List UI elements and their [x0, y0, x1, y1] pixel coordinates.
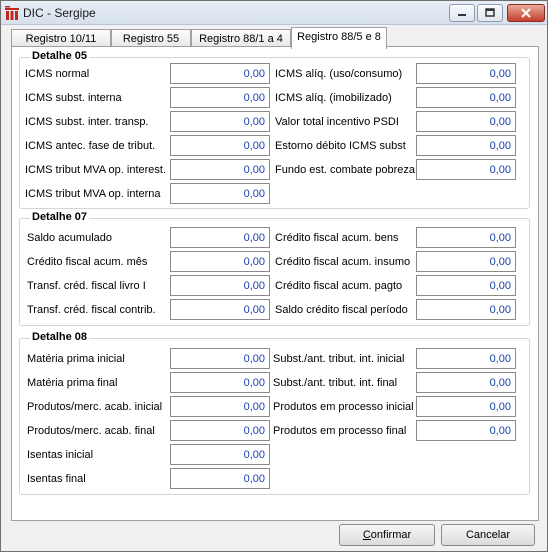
close-icon	[521, 8, 531, 18]
field-label: Transf. créd. fiscal livro I	[27, 280, 146, 292]
window-title: DIC - Sergipe	[23, 6, 96, 20]
field-label: Saldo crédito fiscal período	[275, 304, 408, 316]
title-bar[interactable]: DIC - Sergipe	[1, 1, 547, 25]
field-label: ICMS antec. fase de tribut.	[25, 140, 156, 152]
icms-normal-field[interactable]: 0,00	[170, 63, 270, 84]
tab-panel: Detalhe 05 ICMS normal 0,00 ICMS subst. …	[11, 46, 539, 521]
field-label: Saldo acumulado	[27, 232, 113, 244]
group-title: Detalhe 08	[30, 331, 90, 343]
close-button[interactable]	[507, 4, 545, 22]
subst-int-inicial-field[interactable]: 0,00	[416, 348, 516, 369]
app-logo-icon	[5, 6, 19, 20]
cancel-button[interactable]: Cancelar	[441, 524, 535, 546]
isentas-inicial-field[interactable]: 0,00	[170, 444, 270, 465]
field-label: Matéria prima inicial	[27, 353, 125, 365]
field-label: Isentas inicial	[27, 449, 94, 461]
confirm-label: onfirmar	[370, 529, 412, 541]
field-label: Valor total incentivo PSDI	[275, 116, 399, 128]
materia-prima-final-field[interactable]: 0,00	[170, 372, 270, 393]
field-label: Crédito fiscal acum. bens	[275, 232, 399, 244]
field-label: Fundo est. combate pobreza	[275, 164, 416, 176]
field-label: Produtos/merc. acab. inicial	[27, 401, 163, 413]
minimize-button[interactable]	[449, 4, 475, 22]
field-label: Crédito fiscal acum. pagto	[275, 280, 403, 292]
field-label: Estorno débito ICMS subst	[275, 140, 406, 152]
saldo-periodo-field[interactable]: 0,00	[416, 299, 516, 320]
field-label: Matéria prima final	[27, 377, 118, 389]
confirm-button[interactable]: Confirmar	[339, 524, 435, 546]
field-label: ICMS tribut MVA op. interna	[25, 188, 161, 200]
credito-pagto-field[interactable]: 0,00	[416, 275, 516, 296]
saldo-acumulado-field[interactable]: 0,00	[170, 227, 270, 248]
field-label: Subst./ant. tribut. int. inicial	[273, 353, 405, 365]
icms-antec-fase-field[interactable]: 0,00	[170, 135, 270, 156]
produtos-processo-final-field[interactable]: 0,00	[416, 420, 516, 441]
isentas-final-field[interactable]: 0,00	[170, 468, 270, 489]
icms-subst-interna-field[interactable]: 0,00	[170, 87, 270, 108]
produtos-acab-inicial-field[interactable]: 0,00	[170, 396, 270, 417]
field-label: ICMS subst. inter. transp.	[25, 116, 149, 128]
fundo-pobreza-field[interactable]: 0,00	[416, 159, 516, 180]
group-title: Detalhe 05	[30, 50, 90, 62]
field-label: ICMS subst. interna	[25, 92, 122, 104]
maximize-button[interactable]	[477, 4, 503, 22]
icms-mva-interna-field[interactable]: 0,00	[170, 183, 270, 204]
confirm-accesskey: C	[362, 529, 371, 541]
icms-aliq-imobilizado-field[interactable]: 0,00	[416, 87, 516, 108]
materia-prima-inicial-field[interactable]: 0,00	[170, 348, 270, 369]
group-title: Detalhe 07	[30, 211, 90, 223]
field-label: Crédito fiscal acum. mês	[27, 256, 148, 268]
field-label: ICMS tribut MVA op. interest.	[25, 164, 167, 176]
field-label: Subst./ant. tribut. int. final	[273, 377, 398, 389]
credito-bens-field[interactable]: 0,00	[416, 227, 516, 248]
produtos-acab-final-field[interactable]: 0,00	[170, 420, 270, 441]
credito-acum-mes-field[interactable]: 0,00	[170, 251, 270, 272]
field-label: Produtos em processo inicial	[273, 401, 414, 413]
produtos-processo-inicial-field[interactable]: 0,00	[416, 396, 516, 417]
tab-registro-88-5-e-8[interactable]: Registro 88/5 e 8	[291, 27, 387, 49]
icms-subst-inter-transp-field[interactable]: 0,00	[170, 111, 270, 132]
credito-insumo-field[interactable]: 0,00	[416, 251, 516, 272]
dialog-window: DIC - Sergipe Registro 10/11 Registro 55…	[0, 0, 548, 552]
maximize-icon	[485, 8, 495, 17]
transf-contrib-field[interactable]: 0,00	[170, 299, 270, 320]
transf-livro-field[interactable]: 0,00	[170, 275, 270, 296]
field-label: Transf. créd. fiscal contrib.	[27, 304, 156, 316]
field-label: Produtos/merc. acab. final	[27, 425, 155, 437]
minimize-icon	[458, 14, 466, 16]
field-label: ICMS normal	[25, 68, 90, 80]
field-label: Isentas final	[27, 473, 86, 485]
field-label: Produtos em processo final	[273, 425, 407, 437]
subst-int-final-field[interactable]: 0,00	[416, 372, 516, 393]
estorno-debito-field[interactable]: 0,00	[416, 135, 516, 156]
field-label: Crédito fiscal acum. insumo	[275, 256, 411, 268]
incentivo-psdi-field[interactable]: 0,00	[416, 111, 516, 132]
icms-mva-interest-field[interactable]: 0,00	[170, 159, 270, 180]
icms-aliq-uso-field[interactable]: 0,00	[416, 63, 516, 84]
field-label: ICMS alíq. (imobilizado)	[275, 92, 392, 104]
field-label: ICMS alíq. (uso/consumo)	[275, 68, 403, 80]
